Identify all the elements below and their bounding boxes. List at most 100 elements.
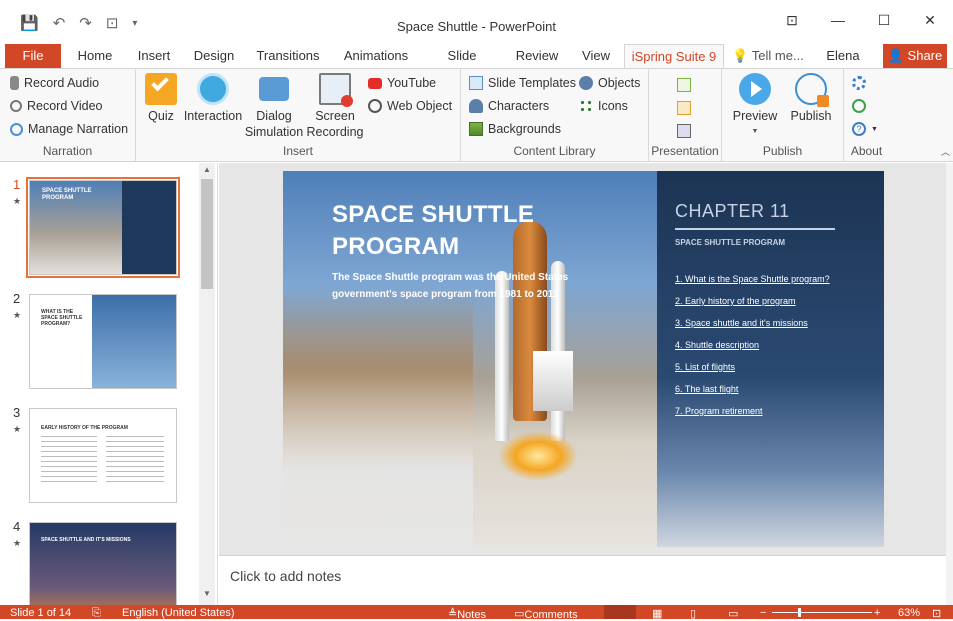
- player-settings-button[interactable]: [677, 121, 691, 141]
- tab-view[interactable]: View: [580, 44, 612, 68]
- collapse-ribbon-icon[interactable]: ︿: [941, 145, 950, 158]
- current-slide[interactable]: CHAPTER 11 SPACE SHUTTLE PROGRAM 1. What…: [283, 171, 884, 547]
- refresh-icon: [852, 99, 866, 113]
- quiz-button[interactable]: Quiz: [144, 73, 178, 124]
- tell-me-search[interactable]: 💡 Tell me...: [732, 44, 804, 68]
- scrollbar-thumb[interactable]: [201, 179, 213, 289]
- group-content-library: Slide Templates Characters Backgrounds O…: [461, 69, 649, 161]
- tab-insert[interactable]: Insert: [134, 44, 174, 68]
- publish-button[interactable]: Publish: [786, 73, 836, 124]
- close-button[interactable]: ✕: [907, 12, 953, 29]
- preview-dropdown-icon[interactable]: ▼: [730, 124, 780, 140]
- thumbnails-scrollbar[interactable]: ▲ ▼: [199, 163, 215, 605]
- title-bar: 💾 ↶ ↷ ⊡ ▾ Space Shuttle - PowerPoint ⊡ —…: [0, 0, 953, 44]
- scroll-up-icon[interactable]: ▲: [199, 165, 215, 179]
- zoom-level[interactable]: 63%: [898, 607, 920, 619]
- group-label-content-library: Content Library: [513, 144, 596, 158]
- record-video-button[interactable]: Record Video: [10, 96, 103, 116]
- lightbulb-icon: 💡: [732, 48, 749, 63]
- notes-pane[interactable]: Click to add notes: [219, 555, 946, 605]
- toc-item[interactable]: 5. List of flights: [675, 362, 830, 384]
- preview-button[interactable]: Preview ▼: [730, 73, 780, 140]
- toc-item[interactable]: 3. Space shuttle and it's missions: [675, 318, 830, 340]
- slideshow-view-icon[interactable]: ▭: [728, 607, 738, 620]
- icons-button[interactable]: Icons: [579, 96, 628, 116]
- record-audio-button[interactable]: Record Audio: [10, 73, 99, 93]
- ribbon-display-options-icon[interactable]: ⊡: [769, 12, 815, 29]
- spellcheck-icon[interactable]: ⎘: [92, 607, 101, 620]
- zoom-in-icon[interactable]: +: [874, 607, 880, 619]
- slide-title[interactable]: SPACE SHUTTLE PROGRAM: [332, 199, 592, 263]
- zoom-out-icon[interactable]: −: [760, 607, 766, 619]
- tab-slide-show[interactable]: Slide Show: [430, 44, 494, 87]
- slide-number: 4: [13, 519, 21, 534]
- player-icon: [677, 124, 691, 138]
- presentation-resources-button[interactable]: [677, 75, 691, 95]
- clock-icon: [10, 122, 23, 136]
- presentation-properties-button[interactable]: [677, 98, 691, 118]
- editor-scrollbar[interactable]: [946, 163, 953, 605]
- slide-template-icon: [469, 76, 483, 90]
- maximize-button[interactable]: ☐: [861, 12, 907, 29]
- interaction-button[interactable]: Interaction: [182, 73, 244, 124]
- toc-item[interactable]: 1. What is the Space Shuttle program?: [675, 274, 830, 296]
- ribbon: Record Audio Record Video Manage Narrati…: [0, 68, 953, 162]
- window-controls: ⊡ — ☐ ✕: [769, 12, 953, 29]
- tab-transitions[interactable]: Transitions: [256, 44, 320, 68]
- user-account[interactable]: Elena Che...: [810, 44, 876, 87]
- help-button[interactable]: ? ▼: [852, 119, 878, 139]
- slide-sorter-icon[interactable]: ▦: [652, 607, 662, 620]
- comments-toggle[interactable]: ▭ Comments: [514, 607, 578, 621]
- notes-toggle[interactable]: ≜ Notes: [448, 607, 486, 621]
- scroll-down-icon[interactable]: ▼: [199, 589, 215, 603]
- characters-button[interactable]: Characters: [469, 96, 549, 116]
- youtube-button[interactable]: YouTube: [368, 73, 436, 93]
- slide-templates-button[interactable]: Slide Templates: [469, 73, 576, 93]
- toc-item[interactable]: 6. The last flight: [675, 384, 830, 406]
- normal-view-icon[interactable]: [604, 605, 636, 619]
- group-narration: Record Audio Record Video Manage Narrati…: [0, 69, 136, 161]
- manage-narration-button[interactable]: Manage Narration: [10, 119, 128, 139]
- objects-button[interactable]: Objects: [579, 73, 640, 93]
- toc-item[interactable]: 4. Shuttle description: [675, 340, 830, 362]
- toc-item[interactable]: 2. Early history of the program: [675, 296, 830, 318]
- ribbon-tabs: File Home Insert Design Transitions Anim…: [0, 44, 953, 87]
- web-object-button[interactable]: Web Object: [368, 96, 452, 116]
- tab-design[interactable]: Design: [193, 44, 235, 68]
- slide-thumbnail-1[interactable]: SPACE SHUTTLE PROGRAM: [26, 177, 180, 278]
- slide-thumbnail-4[interactable]: SPACE SHUTTLE AND IT'S MISSIONS: [29, 522, 177, 617]
- tab-review[interactable]: Review: [514, 44, 560, 68]
- share-button[interactable]: 👤 Share: [883, 44, 947, 68]
- update-button[interactable]: [852, 96, 866, 116]
- zoom-slider-thumb[interactable]: [798, 608, 801, 617]
- tab-home[interactable]: Home: [74, 44, 116, 68]
- help-dropdown-icon: ▼: [871, 125, 878, 133]
- group-label-insert: Insert: [282, 144, 313, 158]
- settings-button[interactable]: [852, 73, 866, 93]
- tab-ispring-suite[interactable]: iSpring Suite 9: [624, 44, 724, 68]
- slide-chapter-panel: CHAPTER 11 SPACE SHUTTLE PROGRAM 1. What…: [657, 171, 884, 547]
- slide-thumbnail-2[interactable]: WHAT IS THE SPACE SHUTTLE PROGRAM?: [29, 294, 177, 389]
- publish-globe-icon: [795, 73, 829, 107]
- backgrounds-button[interactable]: Backgrounds: [469, 119, 561, 139]
- group-label-narration: Narration: [42, 144, 93, 158]
- reading-view-icon[interactable]: ▯: [690, 607, 696, 620]
- zoom-slider[interactable]: [772, 612, 872, 613]
- language-indicator[interactable]: English (United States): [122, 607, 235, 619]
- slide-subtitle[interactable]: The Space Shuttle program was the United…: [332, 269, 592, 303]
- tab-animations[interactable]: Animations: [342, 44, 410, 68]
- slide-number: 2: [13, 291, 21, 306]
- slide-counter: Slide 1 of 14: [10, 607, 72, 619]
- slide-thumbnails-panel: 1 ★ SPACE SHUTTLE PROGRAM 2 ★ WHAT IS THE…: [0, 163, 218, 617]
- group-label-publish: Publish: [762, 144, 803, 158]
- toc-item[interactable]: 7. Program retirement: [675, 406, 830, 428]
- screen-recording-button[interactable]: Screen Recording: [306, 73, 364, 140]
- fit-to-window-icon[interactable]: ⊡: [932, 607, 941, 620]
- slide-thumbnail-3[interactable]: EARLY HISTORY OF THE PROGRAM: [29, 408, 177, 503]
- minimize-button[interactable]: —: [815, 12, 861, 29]
- dialog-simulation-button[interactable]: Dialog Simulation: [244, 73, 304, 140]
- quiz-icon: [145, 73, 177, 105]
- gear-icon: [852, 76, 866, 90]
- webcam-icon: [10, 100, 22, 112]
- tab-file[interactable]: File: [5, 44, 61, 68]
